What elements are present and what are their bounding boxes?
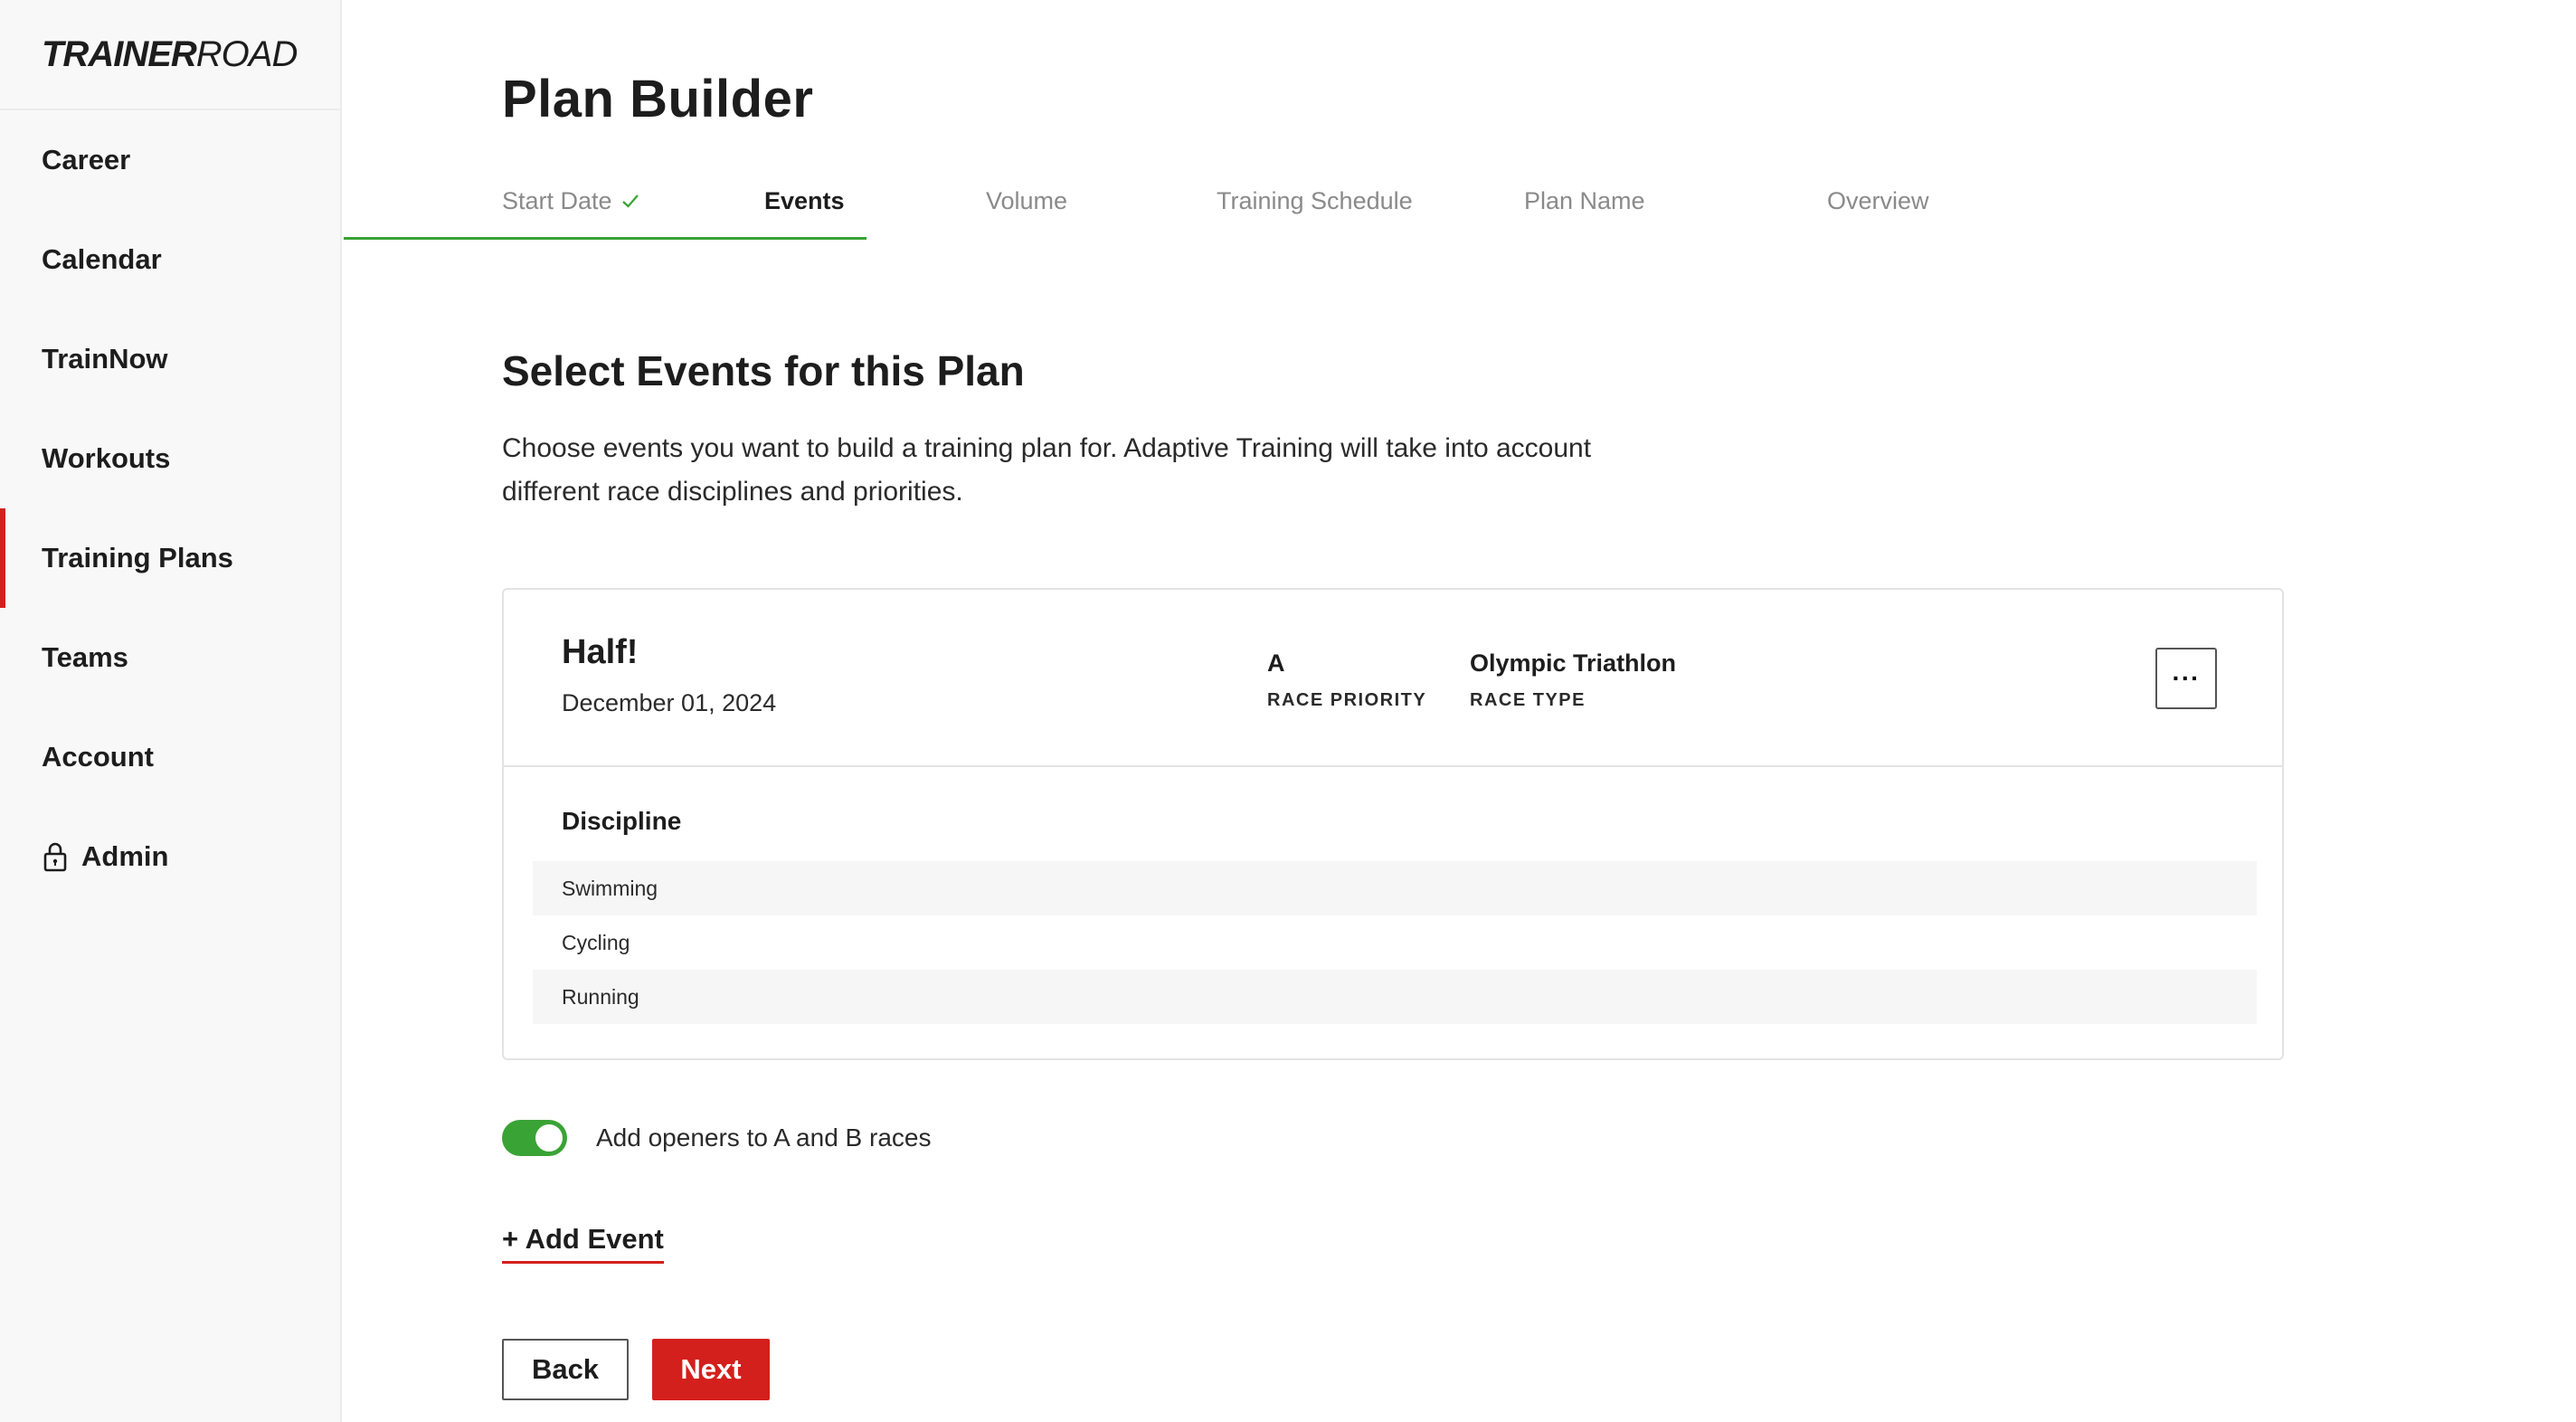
sidebar-item-workouts[interactable]: Workouts [0, 409, 340, 508]
race-type-value: Olympic Triathlon [1470, 649, 1677, 677]
tab-label: Volume [986, 186, 1068, 214]
step-progress-bar [344, 237, 867, 240]
discipline-label: Swimming [562, 876, 658, 900]
tab-plan-name[interactable]: Plan Name [1524, 161, 1645, 241]
trainerroad-logo[interactable]: TRAINERROAD [0, 0, 340, 110]
event-name: Half! [562, 633, 639, 671]
race-type: Olympic Triathlon RACE TYPE [1470, 649, 1676, 711]
tab-label: Events [764, 186, 845, 214]
sidebar-item-label: Workouts [42, 442, 171, 474]
event-date: December 01, 2024 [562, 689, 777, 716]
sidebar-item-teams[interactable]: Teams [0, 608, 340, 707]
sidebar-item-label: TrainNow [42, 343, 168, 374]
back-button[interactable]: Back [502, 1339, 629, 1400]
race-priority-value: A [1267, 649, 1285, 677]
discipline-row-cycling: Cycling [533, 915, 2257, 970]
toggle-knob [535, 1124, 563, 1152]
tab-label: Training Schedule [1217, 186, 1413, 214]
tab-training-schedule[interactable]: Training Schedule [1217, 161, 1413, 241]
sidebar-item-training-plans[interactable]: Training Plans [0, 508, 340, 608]
logo-light: ROAD [195, 33, 298, 74]
sidebar-item-label: Training Plans [42, 542, 233, 574]
check-icon [621, 194, 639, 208]
discipline-row-swimming: Swimming [533, 861, 2257, 915]
sidebar-nav: Career Calendar TrainNow Workouts Traini… [0, 110, 340, 906]
openers-toggle-row: Add openers to A and B races [502, 1120, 931, 1156]
discipline-title: Discipline [562, 807, 682, 835]
sidebar: TRAINERROAD Career Calendar TrainNow Wor… [0, 0, 342, 1422]
event-more-button[interactable]: ··· [2155, 648, 2217, 709]
tab-overview[interactable]: Overview [1827, 161, 1929, 241]
race-priority-label: RACE PRIORITY [1267, 690, 1427, 710]
tab-events[interactable]: Events [764, 161, 845, 241]
next-button[interactable]: Next [652, 1339, 770, 1400]
logo-text: TRAINERROAD [42, 33, 298, 75]
logo-bold: TRAINER [42, 33, 197, 74]
openers-toggle[interactable] [502, 1120, 567, 1156]
sidebar-item-admin[interactable]: Admin [0, 807, 340, 906]
page-title: Plan Builder [502, 70, 814, 128]
race-type-label: RACE TYPE [1470, 690, 1586, 710]
sidebar-item-trainnow[interactable]: TrainNow [0, 309, 340, 409]
sidebar-item-label: Career [42, 144, 131, 175]
tab-label: Plan Name [1524, 186, 1645, 214]
tab-start-date[interactable]: Start Date [502, 161, 639, 241]
race-priority: A RACE PRIORITY [1267, 649, 1426, 711]
main-content: Plan Builder Start Date Events Volume Tr… [344, 0, 2576, 1422]
event-card-header: Half! December 01, 2024 A RACE PRIORITY … [504, 590, 2282, 767]
sidebar-item-label: Teams [42, 641, 128, 673]
tab-label: Overview [1827, 186, 1929, 214]
openers-label: Add openers to A and B races [596, 1123, 932, 1152]
discipline-list: Swimming Cycling Running [533, 861, 2257, 1024]
sidebar-item-calendar[interactable]: Calendar [0, 210, 340, 309]
sidebar-item-label: Admin [81, 840, 169, 872]
more-icon: ··· [2172, 664, 2201, 692]
section-description: Choose events you want to build a traini… [502, 433, 1592, 507]
lock-icon [42, 841, 69, 872]
discipline-label: Running [562, 984, 639, 1009]
sidebar-item-career[interactable]: Career [0, 110, 340, 210]
add-event-link[interactable]: + Add Event [502, 1223, 664, 1264]
tab-volume[interactable]: Volume [986, 161, 1067, 241]
event-card: Half! December 01, 2024 A RACE PRIORITY … [502, 588, 2284, 1060]
sidebar-item-account[interactable]: Account [0, 707, 340, 807]
section-title: Select Events for this Plan [502, 347, 1025, 394]
discipline-row-running: Running [533, 970, 2257, 1024]
plan-builder-steps: Start Date Events Volume Training Schedu… [344, 161, 2576, 241]
tab-label: Start Date [502, 186, 612, 214]
sidebar-item-label: Account [42, 741, 154, 773]
discipline-label: Cycling [562, 930, 630, 954]
sidebar-item-label: Calendar [42, 243, 162, 275]
